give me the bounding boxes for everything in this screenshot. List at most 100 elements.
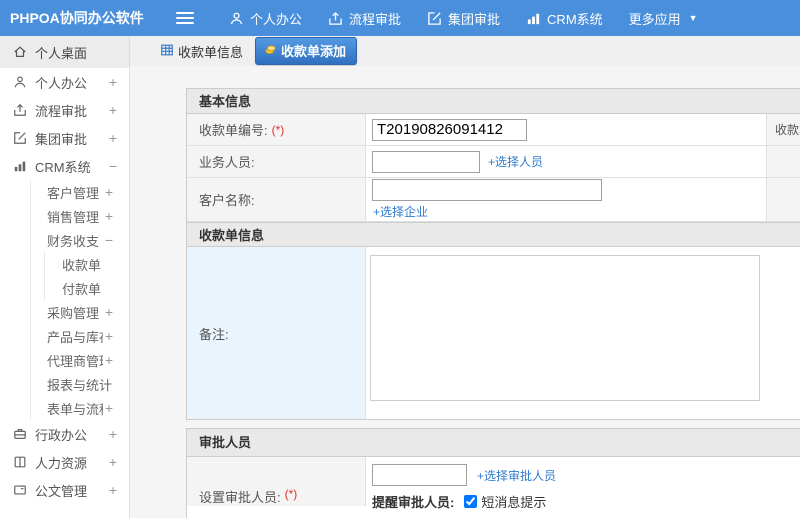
briefcase-icon	[12, 427, 28, 441]
basic-info-table: 基本信息 收款单编号: (*) 收款单 业务人员: +选择人员 客户名称:	[186, 88, 800, 420]
required-marker: (*)	[284, 487, 298, 501]
sidebar-item-desktop[interactable]: 个人桌面	[0, 36, 129, 68]
expand-icon[interactable]: +	[103, 400, 115, 416]
caret-down-icon: ▼	[688, 13, 698, 23]
nav-label: 集团审批	[448, 11, 501, 27]
tab-strip: 收款单信息 收款单添加	[130, 36, 800, 66]
tab-label: 收款单添加	[281, 44, 347, 59]
expand-icon[interactable]: +	[107, 102, 119, 118]
expand-icon[interactable]: +	[103, 208, 115, 224]
sidebar-item-crm[interactable]: CRM系统 −	[0, 152, 129, 180]
expand-icon[interactable]: +	[107, 130, 119, 146]
tab-receipt-add[interactable]: 收款单添加	[255, 37, 358, 65]
finance-submenu: 收款单 付款单	[44, 252, 129, 300]
receipt-no-input[interactable]	[372, 118, 527, 141]
nav-label: 个人办公	[250, 11, 303, 27]
remind-row: 提醒审批人员: 短消息提示	[372, 492, 546, 511]
nav-crm[interactable]: CRM系统	[513, 0, 616, 36]
main-content: 基本信息 收款单编号: (*) 收款单 业务人员: +选择人员 客户名称:	[130, 66, 800, 518]
chart-icon	[12, 159, 28, 173]
expand-icon[interactable]: +	[103, 352, 115, 368]
approver-table: 审批人员 设置审批人员: (*) +选择审批人员 提醒审批人员: 短消息提示 注…	[186, 428, 800, 518]
nav-personal-office[interactable]: 个人办公	[216, 0, 315, 36]
sidebar-item-product-inventory[interactable]: 产品与库存 +	[31, 324, 129, 348]
nav-workflow-approval[interactable]: 流程审批	[315, 0, 414, 36]
sidebar-item-reports[interactable]: 报表与统计	[31, 372, 129, 396]
nav-label: 流程审批	[349, 11, 402, 27]
sidebar-item-personal-office[interactable]: 个人办公 +	[0, 68, 129, 96]
sidebar-item-finance[interactable]: 财务收支 −	[31, 228, 129, 252]
hamburger-menu-icon[interactable]	[176, 12, 194, 24]
sidebar-item-purchase-mgmt[interactable]: 采购管理 +	[31, 300, 129, 324]
user-icon	[229, 11, 244, 26]
sidebar-item-admin-office[interactable]: 行政办公 +	[0, 420, 129, 448]
remark-label: 备注:	[199, 326, 229, 342]
edit-icon	[427, 11, 442, 26]
expand-icon[interactable]: +	[103, 184, 115, 200]
customer-label: 客户名称:	[199, 193, 255, 208]
expand-icon[interactable]: +	[103, 304, 115, 320]
user-icon	[12, 75, 28, 89]
sms-label: 短消息提示	[481, 495, 547, 510]
nav-label: CRM系统	[547, 11, 603, 27]
chart-icon	[526, 11, 541, 26]
document-icon	[12, 483, 28, 497]
topbar: PHPOA协同办公软件 个人办公 流程审批 集团审批 CRM系统 更多应用 ▼	[0, 0, 800, 36]
sidebar-item-customer-mgmt[interactable]: 客户管理 +	[31, 180, 129, 204]
sidebar-item-group-approval[interactable]: 集团审批 +	[0, 124, 129, 152]
app-brand: PHPOA协同办公软件	[10, 10, 144, 26]
expand-icon[interactable]: +	[107, 426, 119, 442]
staff-label: 业务人员:	[199, 155, 255, 170]
top-navigation: 个人办公 流程审批 集团审批 CRM系统 更多应用 ▼	[216, 0, 711, 36]
sidebar-item-receipt[interactable]: 收款单	[45, 252, 129, 276]
collapse-icon[interactable]: −	[107, 158, 119, 174]
nav-more-apps[interactable]: 更多应用 ▼	[616, 0, 711, 36]
approver-label: 设置审批人员:	[199, 490, 281, 505]
tab-label: 收款单信息	[178, 44, 244, 60]
flow-icon	[328, 11, 343, 26]
book-icon	[12, 455, 28, 469]
expand-icon[interactable]: +	[107, 482, 119, 498]
amount-label	[766, 146, 800, 177]
receipt-date-label: 收款单	[766, 114, 800, 145]
form-row-remark: 备注:	[187, 247, 800, 419]
nav-label: 更多应用	[628, 11, 681, 27]
section-header-approver: 审批人员	[187, 429, 800, 457]
money-icon	[264, 43, 277, 59]
approver-input[interactable]	[372, 464, 467, 486]
nav-group-approval[interactable]: 集团审批	[414, 0, 513, 36]
sidebar-item-payment[interactable]: 付款单	[45, 276, 129, 300]
expand-icon[interactable]: +	[107, 74, 119, 90]
sidebar-item-workflow-approval[interactable]: 流程审批 +	[0, 96, 129, 124]
form-row-staff: 业务人员: +选择人员	[187, 146, 800, 178]
select-company-link[interactable]: +选择企业	[373, 203, 428, 220]
section-header-basic: 基本信息	[187, 89, 800, 114]
receipt-no-label: 收款单编号:	[199, 123, 268, 138]
sms-checkbox[interactable]	[464, 495, 478, 508]
remind-label: 提醒审批人员:	[372, 495, 455, 510]
expand-icon[interactable]: +	[103, 328, 115, 344]
edit-icon	[12, 131, 28, 145]
sidebar-item-sales-mgmt[interactable]: 销售管理 +	[31, 204, 129, 228]
select-approver-link[interactable]: +选择审批人员	[477, 467, 556, 484]
sidebar: 个人桌面 个人办公 + 流程审批 + 集团审批 + CRM系统 − 客户管理 +…	[0, 36, 130, 518]
collapse-icon[interactable]: −	[103, 232, 115, 248]
form-row-receipt-no: 收款单编号: (*) 收款单	[187, 114, 800, 146]
staff-input[interactable]	[372, 150, 480, 173]
home-icon	[12, 45, 28, 59]
flow-icon	[12, 103, 28, 117]
form-row-customer: 客户名称: +选择企业	[187, 178, 800, 222]
section-header-receipt-info: 收款单信息	[187, 222, 800, 247]
select-staff-link[interactable]: +选择人员	[488, 153, 543, 170]
form-row-approver: 设置审批人员: (*) +选择审批人员 提醒审批人员: 短消息提示 注：流程第一…	[187, 457, 800, 518]
sidebar-item-document-mgmt[interactable]: 公文管理 +	[0, 476, 129, 504]
customer-input[interactable]	[372, 179, 602, 201]
remark-textarea[interactable]	[370, 255, 760, 401]
required-marker: (*)	[271, 122, 285, 137]
table-icon	[160, 43, 174, 60]
sidebar-item-form-flow-settings[interactable]: 表单与流程设置 +	[31, 396, 129, 420]
tab-receipt-info[interactable]: 收款单信息	[160, 42, 243, 61]
sidebar-item-hr[interactable]: 人力资源 +	[0, 448, 129, 476]
expand-icon[interactable]: +	[107, 454, 119, 470]
sidebar-item-agent-mgmt[interactable]: 代理商管理 +	[31, 348, 129, 372]
